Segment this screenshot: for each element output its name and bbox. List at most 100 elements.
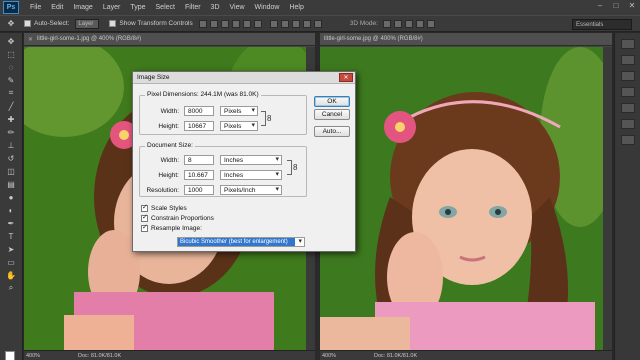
brush-icon[interactable]: ✏ [4, 127, 18, 137]
channels-panel-icon[interactable] [620, 135, 635, 145]
eraser-icon[interactable]: ◫ [4, 166, 18, 176]
menu-view[interactable]: View [225, 4, 250, 11]
crop-icon[interactable]: ⌗ [4, 88, 18, 98]
swatches-panel-icon[interactable] [620, 87, 635, 97]
lasso-icon[interactable]: ◌ [4, 62, 18, 72]
maximize-icon[interactable]: □ [610, 1, 622, 11]
properties-panel-icon[interactable] [620, 55, 635, 65]
distribute-middle-icon[interactable] [280, 19, 289, 28]
align-middle-icon[interactable] [209, 19, 218, 28]
marquee-icon[interactable]: ⬚ [4, 49, 18, 59]
pixel-width-label: Width: [160, 107, 179, 115]
quick-select-icon[interactable]: ✎ [4, 75, 18, 85]
3d-roll-icon[interactable] [393, 19, 402, 28]
pixel-height-row: Height: 10667 Pixels [141, 121, 258, 131]
doc-height-input[interactable]: 10.667 [184, 170, 214, 180]
right-zoom-level[interactable]: 400% [322, 353, 358, 359]
menu-image[interactable]: Image [68, 4, 97, 11]
move-tool-icon[interactable]: ✥ [4, 19, 18, 29]
panel-dock [614, 33, 640, 360]
zoom-icon[interactable]: ⌕ [4, 283, 18, 293]
menu-window[interactable]: Window [250, 4, 285, 11]
left-zoom-level[interactable]: 400% [26, 353, 62, 359]
dialog-close-icon[interactable]: ✕ [339, 73, 353, 82]
doc-chain-link-icon: 8 [293, 163, 298, 172]
right-document-window: little-girl-some.jpg @ 400% (RGB/8#) 400… [320, 33, 612, 360]
3d-slide-icon[interactable] [415, 19, 424, 28]
dodge-icon[interactable]: ◐ [4, 205, 18, 215]
hand-icon[interactable]: ✋ [4, 270, 18, 280]
minimize-icon[interactable]: – [594, 1, 606, 11]
distribute-center-icon[interactable] [313, 19, 322, 28]
eyedropper-icon[interactable]: ╱ [4, 101, 18, 111]
pixel-dimensions-legend: Pixel Dimensions: 244.1M (was 81.0K) [145, 91, 261, 98]
foreground-color-swatch[interactable] [5, 351, 15, 360]
type-icon[interactable]: T [4, 231, 18, 241]
menu-layer[interactable]: Layer [98, 4, 126, 11]
show-transform-checkbox[interactable] [109, 20, 117, 27]
distribute-bottom-icon[interactable] [291, 19, 300, 28]
align-right-icon[interactable] [253, 19, 262, 28]
3d-rotate-icon[interactable] [382, 19, 391, 28]
workspace-dropdown[interactable]: Essentials [572, 19, 632, 30]
resample-method-dropdown[interactable]: Bicubic Smoother (best for enlargement) [177, 237, 305, 247]
menu-type[interactable]: Type [125, 4, 150, 11]
constrain-row[interactable]: Constrain Proportions [141, 213, 214, 222]
align-left-icon[interactable] [231, 19, 240, 28]
move-icon[interactable]: ✥ [4, 36, 18, 46]
pixel-width-input[interactable]: 8000 [184, 106, 214, 116]
shape-icon[interactable]: ▭ [4, 257, 18, 267]
distribute-icons [269, 19, 322, 28]
auto-select-checkbox[interactable] [24, 20, 31, 27]
resolution-unit[interactable]: Pixels/Inch [220, 185, 282, 195]
pen-icon[interactable]: ✒ [4, 218, 18, 228]
auto-select-dropdown[interactable]: Layer [75, 18, 100, 29]
resample-label: Resample Image: [151, 225, 202, 232]
adjustments-panel-icon[interactable] [620, 103, 635, 113]
scale-styles-row[interactable]: Scale Styles [141, 203, 187, 212]
color-panel-icon[interactable] [620, 71, 635, 81]
clone-stamp-icon[interactable]: ⊥ [4, 140, 18, 150]
close-icon[interactable]: ✕ [626, 1, 638, 11]
ok-button[interactable]: OK [314, 96, 350, 107]
right-vertical-scrollbar[interactable] [603, 47, 612, 350]
left-document-tab[interactable]: ✕ little-girl-some-1.jpg @ 400% (RGB/8#) [24, 33, 315, 46]
resolution-input[interactable]: 1000 [184, 185, 214, 195]
3d-scale-icon[interactable] [426, 19, 435, 28]
menu-filter[interactable]: Filter [180, 4, 206, 11]
close-tab-icon[interactable]: ✕ [28, 36, 33, 43]
history-brush-icon[interactable]: ↺ [4, 153, 18, 163]
menu-3d[interactable]: 3D [206, 4, 225, 11]
resample-checkbox[interactable] [141, 223, 148, 232]
align-bottom-icon[interactable] [220, 19, 229, 28]
pixel-height-unit[interactable]: Pixels [220, 121, 258, 131]
doc-height-unit[interactable]: Inches [220, 170, 282, 180]
distribute-top-icon[interactable] [269, 19, 278, 28]
constrain-label: Constrain Proportions [151, 215, 214, 222]
pixel-width-unit[interactable]: Pixels [220, 106, 258, 116]
align-center-icon[interactable] [242, 19, 251, 28]
right-document-tab[interactable]: little-girl-some.jpg @ 400% (RGB/8#) [320, 33, 612, 46]
gradient-icon[interactable]: ▤ [4, 179, 18, 189]
cancel-button[interactable]: Cancel [314, 109, 350, 120]
pixel-height-input[interactable]: 10667 [184, 121, 214, 131]
menu-select[interactable]: Select [151, 4, 180, 11]
healing-brush-icon[interactable]: ✚ [4, 114, 18, 124]
doc-width-unit[interactable]: Inches [220, 155, 282, 165]
constrain-checkbox[interactable] [141, 213, 148, 222]
menu-file[interactable]: File [25, 4, 46, 11]
3d-pan-icon[interactable] [404, 19, 413, 28]
resample-row[interactable]: Resample Image: [141, 223, 202, 232]
menu-help[interactable]: Help [284, 4, 308, 11]
distribute-left-icon[interactable] [302, 19, 311, 28]
right-canvas[interactable] [320, 47, 603, 350]
layers-panel-icon[interactable] [620, 119, 635, 129]
blur-icon[interactable]: ● [4, 192, 18, 202]
align-top-icon[interactable] [198, 19, 207, 28]
history-panel-icon[interactable] [620, 39, 635, 49]
scale-styles-checkbox[interactable] [141, 203, 148, 212]
path-select-icon[interactable]: ➤ [4, 244, 18, 254]
doc-width-input[interactable]: 8 [184, 155, 214, 165]
menu-edit[interactable]: Edit [46, 4, 68, 11]
auto-button[interactable]: Auto... [314, 126, 350, 137]
